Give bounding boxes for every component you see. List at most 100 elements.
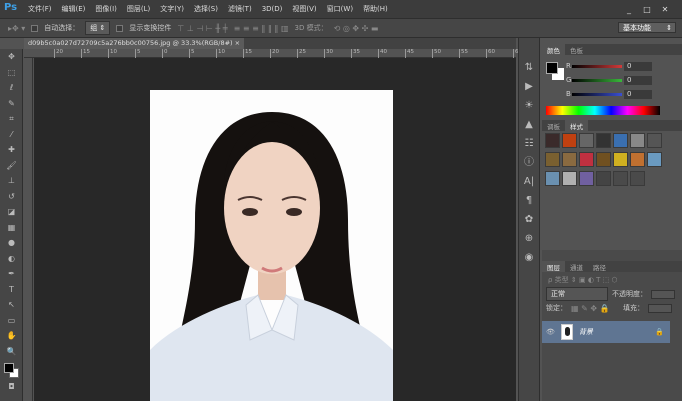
clone-source-icon[interactable]: ⊕	[519, 229, 539, 248]
menu-help[interactable]: 帮助(H)	[363, 4, 388, 14]
menu-window[interactable]: 窗口(W)	[327, 4, 353, 14]
menu-edit[interactable]: 编辑(E)	[62, 4, 86, 14]
zoom-tool-icon[interactable]: 🔍	[0, 344, 23, 360]
tab-layers[interactable]: 图层	[542, 261, 565, 272]
style-swatch[interactable]	[647, 152, 662, 167]
spectrum-bar[interactable]	[546, 106, 660, 115]
history-brush-icon[interactable]: ↺	[0, 189, 23, 205]
show-transform-checkbox[interactable]	[116, 24, 124, 32]
channel-value-input[interactable]: 0	[624, 76, 652, 85]
actions-play-icon[interactable]: ▶	[519, 77, 539, 96]
stamp-tool-icon[interactable]: ⊥	[0, 173, 23, 189]
channel-slider[interactable]	[572, 65, 622, 68]
character-icon[interactable]: A|	[519, 172, 539, 191]
layer-filter-row[interactable]: ρ 类型 ⇕ ▣ ◐ T ⬚ ⬡	[542, 272, 682, 287]
lasso-tool-icon[interactable]: ℓ	[0, 80, 23, 96]
close-tab-icon[interactable]: ×	[235, 39, 240, 47]
move-tool-icon[interactable]: ✥	[0, 49, 23, 65]
tab-swatches[interactable]: 色板	[565, 44, 588, 55]
hand-tool-icon[interactable]: ✋	[0, 328, 23, 344]
style-swatch[interactable]	[545, 133, 560, 148]
menu-select[interactable]: 选择(S)	[194, 4, 218, 14]
menu-image[interactable]: 图像(I)	[95, 4, 117, 14]
style-swatch[interactable]	[579, 171, 594, 186]
shape-tool-icon[interactable]: ▭	[0, 313, 23, 329]
style-swatch[interactable]	[562, 171, 577, 186]
visibility-eye-icon[interactable]: 👁	[546, 328, 555, 336]
style-swatch[interactable]	[596, 152, 611, 167]
align-icons[interactable]: ⊤ ⊥ ⊣ ⊢ ╫ ╪	[177, 24, 227, 33]
tab-channels[interactable]: 通道	[565, 261, 588, 272]
opacity-input[interactable]	[651, 289, 675, 299]
auto-select-dropdown[interactable]: 组 ⇕	[85, 21, 111, 35]
style-swatch[interactable]	[579, 133, 594, 148]
menu-view[interactable]: 视图(V)	[292, 4, 316, 14]
style-swatch[interactable]	[630, 171, 645, 186]
tab-color[interactable]: 颜色	[542, 44, 565, 55]
style-swatch[interactable]	[630, 152, 645, 167]
3d-icon[interactable]: ◉	[519, 248, 539, 267]
menu-filter[interactable]: 滤镜(T)	[228, 4, 252, 14]
minimize-button[interactable]: _	[620, 5, 638, 14]
tab-styles[interactable]: 样式	[565, 120, 588, 131]
document-image[interactable]	[150, 90, 393, 401]
eyedropper-tool-icon[interactable]: ⁄	[0, 127, 23, 143]
marquee-tool-icon[interactable]: ⬚	[0, 65, 23, 81]
style-swatch[interactable]	[596, 171, 611, 186]
maximize-button[interactable]: □	[638, 5, 656, 14]
histogram-icon[interactable]: ▲	[519, 115, 539, 134]
tab-adjustments[interactable]: 调板	[542, 120, 565, 131]
blend-mode-dropdown[interactable]: 正常	[546, 287, 608, 301]
blur-tool-icon[interactable]: ●	[0, 235, 23, 251]
channel-slider[interactable]	[572, 79, 622, 82]
style-swatch[interactable]	[613, 152, 628, 167]
style-swatch[interactable]	[613, 171, 628, 186]
style-swatch[interactable]	[545, 171, 560, 186]
brush-presets-icon[interactable]: ✿	[519, 210, 539, 229]
channel-slider[interactable]	[572, 93, 622, 96]
paragraph-icon[interactable]: ¶	[519, 191, 539, 210]
style-swatch[interactable]	[647, 133, 662, 148]
path-select-icon[interactable]: ↖	[0, 297, 23, 313]
style-swatch[interactable]	[630, 133, 645, 148]
style-swatch[interactable]	[613, 133, 628, 148]
style-swatch[interactable]	[596, 133, 611, 148]
quick-select-tool-icon[interactable]: ✎	[0, 96, 23, 112]
fill-input[interactable]	[648, 303, 672, 313]
menu-file[interactable]: 文件(F)	[28, 4, 52, 14]
eraser-tool-icon[interactable]: ◪	[0, 204, 23, 220]
menu-type[interactable]: 文字(Y)	[160, 4, 184, 14]
pen-tool-icon[interactable]: ✒	[0, 266, 23, 282]
workspace-dropdown[interactable]: 基本功能 ⇕	[618, 22, 676, 33]
tab-paths[interactable]: 路径	[588, 261, 611, 272]
crop-tool-icon[interactable]: ⌗	[0, 111, 23, 127]
style-swatch[interactable]	[562, 152, 577, 167]
menu-layer[interactable]: 图层(L)	[127, 4, 150, 14]
document-tab[interactable]: d09b5c0a027d72709c5a276bb0c00756.jpg @ 3…	[24, 38, 245, 49]
info-icon[interactable]: ⓘ	[519, 153, 539, 172]
properties-icon[interactable]: ☷	[519, 134, 539, 153]
auto-select-checkbox[interactable]	[31, 24, 39, 32]
layer-row[interactable]: 👁 背景 🔒	[542, 321, 670, 343]
gradient-tool-icon[interactable]: ▦	[0, 220, 23, 236]
lock-icons[interactable]: ▦ ✎ ✥ 🔒	[571, 304, 610, 313]
channel-value-input[interactable]: 0	[624, 62, 652, 71]
adjustments-icon[interactable]: ☀	[519, 96, 539, 115]
type-tool-icon[interactable]: T	[0, 282, 23, 298]
style-swatch[interactable]	[579, 152, 594, 167]
healing-tool-icon[interactable]: ✚	[0, 142, 23, 158]
distribute-icons[interactable]: ≡ ≡ ≡ ‖ ‖ ‖ ▥	[234, 24, 289, 33]
move-tool-icon[interactable]: ▸✥ ▾	[8, 24, 25, 33]
3d-tools-icons[interactable]: ⟲ ◎ ✥ ✣ ▬	[334, 24, 379, 33]
style-swatch[interactable]	[545, 152, 560, 167]
quick-mask-icon[interactable]: ◘	[0, 379, 23, 395]
channel-value-input[interactable]: 0	[624, 90, 652, 99]
style-swatch[interactable]	[562, 133, 577, 148]
foreground-color-swatch[interactable]	[4, 363, 14, 373]
foreground-swatch[interactable]	[546, 62, 558, 74]
menu-3d[interactable]: 3D(D)	[262, 5, 283, 13]
history-icon[interactable]: ⇅	[519, 58, 539, 77]
close-button[interactable]: ✕	[656, 5, 674, 14]
dodge-tool-icon[interactable]: ◐	[0, 251, 23, 267]
brush-tool-icon[interactable]: 🖌	[0, 158, 23, 174]
